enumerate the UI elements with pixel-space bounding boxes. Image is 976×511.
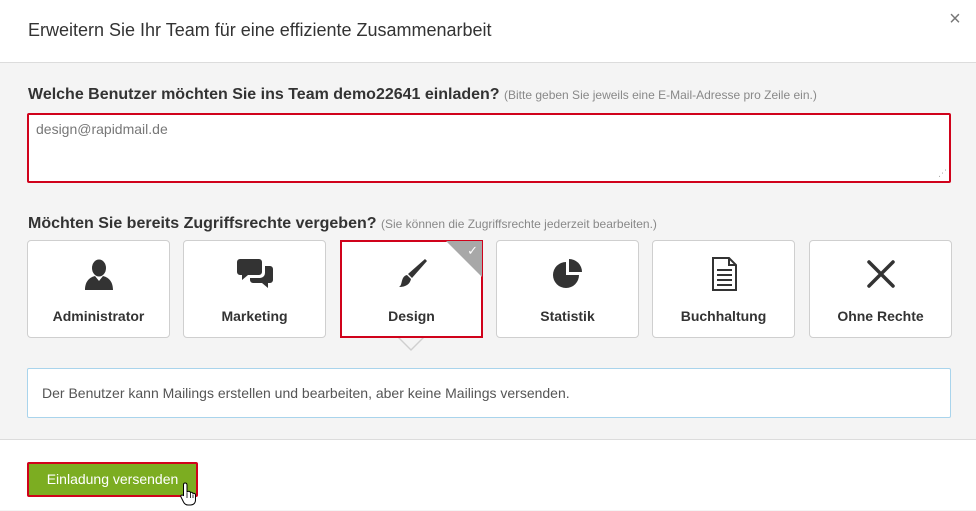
role-description: Der Benutzer kann Mailings erstellen und… xyxy=(27,368,951,418)
permissions-question-text: Möchten Sie bereits Zugriffsrechte verge… xyxy=(28,215,377,232)
user-icon xyxy=(28,257,169,291)
permissions-hint: (Sie können die Zugriffsrechte jederzeit… xyxy=(380,217,657,231)
dialog-body: Welche Benutzer möchten Sie ins Team dem… xyxy=(0,64,976,440)
role-label: Design xyxy=(388,308,435,324)
role-label: Buchhaltung xyxy=(680,308,767,324)
role-label: Administrator xyxy=(52,308,145,324)
hand-cursor-icon xyxy=(180,482,198,511)
role-marketing[interactable]: Marketing xyxy=(183,240,326,338)
permissions-question: Möchten Sie bereits Zugriffsrechte verge… xyxy=(28,215,657,233)
document-icon xyxy=(653,257,794,291)
role-options: Administrator Marketing ✓ Design Statist… xyxy=(27,240,952,340)
pie-chart-icon xyxy=(497,257,638,291)
emails-textarea[interactable]: design@rapidmail.de ⋰ xyxy=(27,113,951,183)
paintbrush-icon xyxy=(342,257,481,291)
selection-pointer-inner xyxy=(400,338,422,349)
role-description-text: Der Benutzer kann Mailings erstellen und… xyxy=(42,385,570,401)
role-label: Marketing xyxy=(221,308,288,324)
invite-question: Welche Benutzer möchten Sie ins Team dem… xyxy=(28,86,817,104)
x-icon xyxy=(810,257,951,291)
close-icon[interactable]: × xyxy=(946,9,964,29)
invite-team-dialog: Erweitern Sie Ihr Team für eine effizien… xyxy=(0,0,976,510)
invite-question-text: Welche Benutzer möchten Sie ins Team dem… xyxy=(28,86,500,103)
dialog-footer: Einladung versenden xyxy=(0,439,976,510)
role-buchhaltung[interactable]: Buchhaltung xyxy=(652,240,795,338)
role-design[interactable]: ✓ Design xyxy=(340,240,483,338)
role-ohne-rechte[interactable]: Ohne Rechte xyxy=(809,240,952,338)
dialog-title: Erweitern Sie Ihr Team für eine effizien… xyxy=(28,20,492,40)
resize-grip-icon[interactable]: ⋰ xyxy=(938,168,947,179)
send-invitation-button[interactable]: Einladung versenden xyxy=(27,462,198,497)
role-administrator[interactable]: Administrator xyxy=(27,240,170,338)
role-label: Statistik xyxy=(540,308,595,324)
emails-value: design@rapidmail.de xyxy=(36,121,168,137)
invite-hint: (Bitte geben Sie jeweils eine E-Mail-Adr… xyxy=(504,88,817,102)
chat-bubbles-icon xyxy=(184,257,325,291)
role-label: Ohne Rechte xyxy=(837,308,924,324)
dialog-header: Erweitern Sie Ihr Team für eine effizien… xyxy=(0,0,976,63)
role-statistik[interactable]: Statistik xyxy=(496,240,639,338)
